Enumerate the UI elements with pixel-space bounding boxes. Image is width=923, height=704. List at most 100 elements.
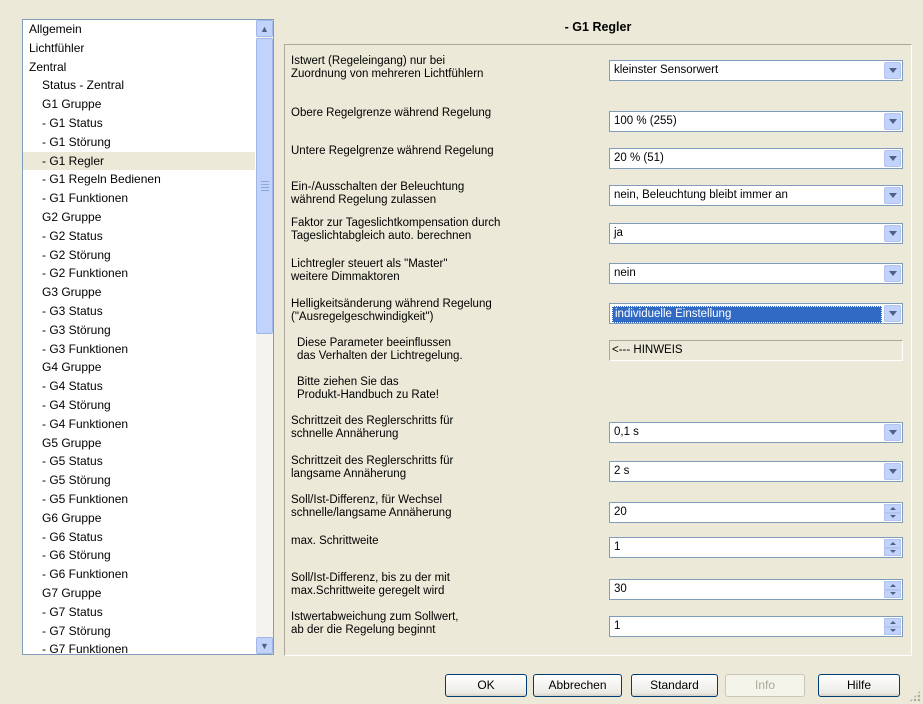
- spin-up-icon[interactable]: [884, 539, 901, 548]
- chevron-down-icon[interactable]: [884, 113, 901, 130]
- spinbox-value[interactable]: 30: [614, 580, 627, 599]
- param-label: max. Schrittweite: [291, 535, 379, 547]
- tree-item[interactable]: Zentral: [23, 58, 255, 77]
- param-label: Istwert (Regeleingang) nur bei Zuordnung…: [291, 55, 484, 80]
- parameter-panel: Istwert (Regeleingang) nur bei Zuordnung…: [284, 44, 912, 656]
- param-label: Soll/Ist-Differenz, bis zu der mit max.S…: [291, 572, 450, 597]
- cancel-button[interactable]: Abbrechen: [533, 674, 622, 697]
- dropdown-value: 20 % (51): [614, 152, 664, 164]
- spinbox-value[interactable]: 1: [614, 617, 620, 636]
- dropdown-value: 2 s: [614, 465, 630, 477]
- spin-up-icon[interactable]: [884, 504, 901, 513]
- param-label: Helligkeitsänderung während Regelung ("A…: [291, 298, 492, 323]
- param-dropdown[interactable]: 0,1 s: [609, 422, 903, 443]
- spinbox-value[interactable]: 20: [614, 503, 627, 522]
- tree-item[interactable]: - G7 Störung: [23, 622, 255, 641]
- spin-up-icon[interactable]: [884, 618, 901, 627]
- parameter-tree[interactable]: Allgemein Lichtfühler Zentral Status - Zent…: [22, 19, 274, 655]
- resize-grip-icon[interactable]: [909, 690, 921, 702]
- tree-item[interactable]: - G1 Funktionen: [23, 189, 255, 208]
- tree-item[interactable]: Lichtfühler: [23, 39, 255, 58]
- tree-item[interactable]: - G5 Status: [23, 452, 255, 471]
- dropdown-value: nein: [614, 267, 636, 279]
- grip-line: [261, 184, 269, 185]
- dropdown-value: 100 % (255): [614, 115, 677, 127]
- tree-item[interactable]: - G3 Funktionen: [23, 340, 255, 359]
- param-dropdown[interactable]: individuelle Einstellung: [609, 303, 903, 324]
- param-dropdown[interactable]: 20 % (51): [609, 148, 903, 169]
- tree-item[interactable]: G7 Gruppe: [23, 584, 255, 603]
- param-label: Schrittzeit des Reglerschritts für langs…: [291, 455, 454, 480]
- spin-down-icon[interactable]: [884, 547, 901, 556]
- tree-item[interactable]: - G2 Funktionen: [23, 264, 255, 283]
- tree-item[interactable]: - G2 Status: [23, 227, 255, 246]
- spin-down-icon[interactable]: [884, 589, 901, 598]
- chevron-down-icon[interactable]: [884, 424, 901, 441]
- param-dropdown[interactable]: nein: [609, 263, 903, 284]
- param-dropdown[interactable]: nein, Beleuchtung bleibt immer an: [609, 185, 903, 206]
- dropdown-value: ja: [614, 227, 623, 239]
- spinbox-value[interactable]: 1: [614, 538, 620, 557]
- tree-item[interactable]: - G4 Status: [23, 377, 255, 396]
- tree-item[interactable]: - G4 Funktionen: [23, 415, 255, 434]
- spin-up-icon[interactable]: [884, 581, 901, 590]
- tree-item[interactable]: - G3 Status: [23, 302, 255, 321]
- tree-item[interactable]: - G1 Regeln Bedienen: [23, 170, 255, 189]
- spin-down-icon[interactable]: [884, 626, 901, 635]
- default-button[interactable]: Standard: [631, 674, 718, 697]
- tree-item[interactable]: - G7 Status: [23, 603, 255, 622]
- scroll-down-icon[interactable]: ▼: [256, 637, 273, 654]
- help-button[interactable]: Hilfe: [818, 674, 900, 697]
- param-spinbox[interactable]: 30: [609, 579, 903, 600]
- tree-item[interactable]: G3 Gruppe: [23, 283, 255, 302]
- param-label: Schrittzeit des Reglerschritts für schne…: [291, 415, 454, 440]
- tree-item[interactable]: G6 Gruppe: [23, 509, 255, 528]
- param-spinbox[interactable]: 1: [609, 616, 903, 637]
- tree-item[interactable]: - G5 Störung: [23, 471, 255, 490]
- param-dropdown[interactable]: ja: [609, 223, 903, 244]
- spin-buttons: [884, 539, 901, 556]
- scroll-thumb[interactable]: [256, 38, 273, 334]
- param-label: Soll/Ist-Differenz, für Wechsel schnelle…: [291, 494, 452, 519]
- tree-item[interactable]: - G6 Störung: [23, 546, 255, 565]
- param-spinbox[interactable]: 20: [609, 502, 903, 523]
- param-dropdown[interactable]: 2 s: [609, 461, 903, 482]
- chevron-down-icon[interactable]: [884, 265, 901, 282]
- tree-item[interactable]: - G1 Störung: [23, 133, 255, 152]
- tree-item[interactable]: - G1 Regler: [23, 151, 255, 171]
- info-button: Info: [725, 674, 805, 697]
- tree-item[interactable]: G1 Gruppe: [23, 95, 255, 114]
- tree-item[interactable]: - G4 Störung: [23, 396, 255, 415]
- tree-item[interactable]: - G7 Funktionen: [23, 640, 255, 654]
- tree-item[interactable]: - G1 Status: [23, 114, 255, 133]
- param-label: Istwertabweichung zum Sollwert, ab der d…: [291, 611, 459, 636]
- tree-item[interactable]: G4 Gruppe: [23, 358, 255, 377]
- tree-item[interactable]: Allgemein: [23, 20, 255, 39]
- tree-item[interactable]: G2 Gruppe: [23, 208, 255, 227]
- tree-scrollbar[interactable]: ▲ ▼: [256, 20, 273, 654]
- tree-item[interactable]: Status - Zentral: [23, 76, 255, 95]
- chevron-down-icon[interactable]: [884, 305, 901, 322]
- tree-item[interactable]: - G5 Funktionen: [23, 490, 255, 509]
- tree-item[interactable]: - G6 Funktionen: [23, 565, 255, 584]
- spin-buttons: [884, 618, 901, 635]
- tree-item[interactable]: - G6 Status: [23, 528, 255, 547]
- chevron-down-icon[interactable]: [884, 62, 901, 79]
- chevron-down-icon[interactable]: [884, 225, 901, 242]
- param-dropdown[interactable]: 100 % (255): [609, 111, 903, 132]
- chevron-down-icon[interactable]: [884, 187, 901, 204]
- tree-item[interactable]: G5 Gruppe: [23, 434, 255, 453]
- chevron-down-icon[interactable]: [884, 150, 901, 167]
- spin-down-icon[interactable]: [884, 512, 901, 521]
- param-dropdown[interactable]: kleinster Sensorwert: [609, 60, 903, 81]
- scroll-up-icon[interactable]: ▲: [256, 20, 273, 37]
- tree-item[interactable]: - G3 Störung: [23, 321, 255, 340]
- chevron-down-icon[interactable]: [884, 463, 901, 480]
- tree-item[interactable]: - G2 Störung: [23, 246, 255, 265]
- ok-button[interactable]: OK: [445, 674, 527, 697]
- spin-buttons: [884, 581, 901, 598]
- dropdown-value: nein, Beleuchtung bleibt immer an: [614, 189, 788, 201]
- dropdown-value: 0,1 s: [614, 426, 639, 438]
- param-label: Bitte ziehen Sie das Produkt-Handbuch zu…: [297, 376, 439, 401]
- param-spinbox[interactable]: 1: [609, 537, 903, 558]
